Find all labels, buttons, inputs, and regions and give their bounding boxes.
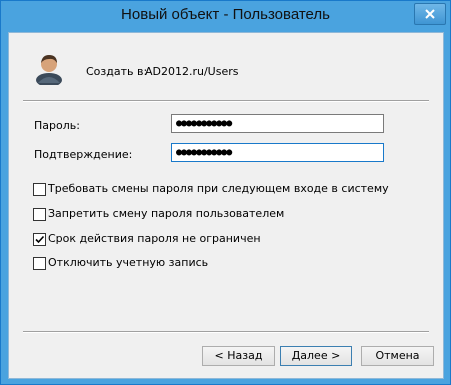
checkbox[interactable]: [33, 257, 46, 270]
option-label: Срок действия пароля не ограничен: [48, 232, 261, 245]
checkbox-checked[interactable]: [33, 233, 46, 246]
separator-top: [23, 100, 429, 102]
password-field[interactable]: ●●●●●●●●●●●: [171, 114, 384, 133]
dialog-window: Новый объект - Пользователь Создать в: A…: [0, 0, 451, 385]
back-button[interactable]: < Назад: [202, 346, 275, 366]
checkmark-icon: [35, 235, 45, 244]
password-label: Пароль:: [34, 119, 80, 132]
checkbox[interactable]: [33, 208, 46, 221]
option-label: Запретить смену пароля пользователем: [48, 207, 285, 220]
header-panel: Создать в: AD2012.ru/Users: [9, 33, 443, 101]
cancel-button[interactable]: Отмена: [361, 346, 434, 366]
separator-bottom: [23, 331, 429, 333]
checkbox[interactable]: [33, 183, 46, 196]
confirm-password-field[interactable]: ●●●●●●●●●●●: [171, 143, 384, 162]
close-icon: [425, 9, 435, 19]
next-button[interactable]: Далее >: [280, 346, 352, 366]
close-button[interactable]: [414, 3, 446, 25]
create-in-label: Создать в:: [86, 65, 148, 78]
option-label: Требовать смены пароля при следующем вхо…: [48, 182, 389, 195]
user-icon: [36, 55, 62, 85]
title-bar[interactable]: Новый объект - Пользователь: [1, 1, 450, 31]
option-label: Отключить учетную запись: [48, 256, 209, 269]
create-in-value: AD2012.ru/Users: [145, 65, 239, 78]
confirm-label: Подтверждение:: [34, 148, 133, 161]
window-title: Новый объект - Пользователь: [121, 6, 330, 23]
dialog-content: Создать в: AD2012.ru/Users Пароль: ●●●●●…: [8, 32, 444, 379]
